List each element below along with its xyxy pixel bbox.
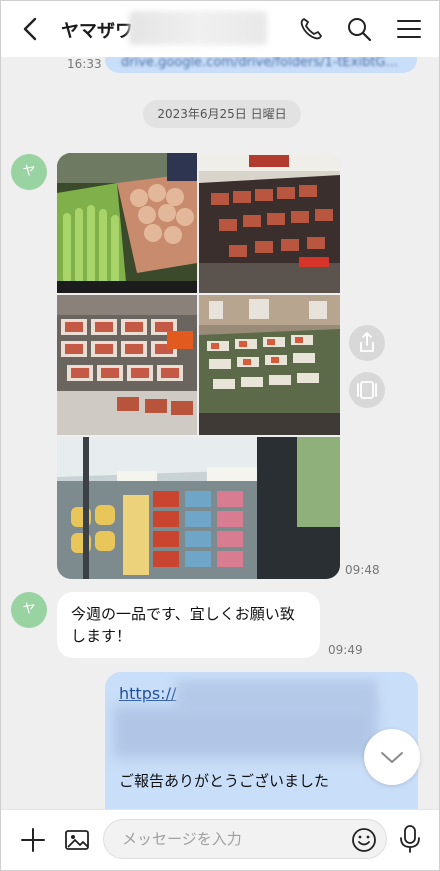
back-icon[interactable]: [17, 15, 45, 43]
input-bar: [1, 809, 439, 870]
previous-link-bubble[interactable]: drive.google.com/drive/folders/1-tExibtG…: [105, 57, 417, 73]
photo-vegetables[interactable]: [57, 153, 197, 293]
photo-meat-case[interactable]: [199, 153, 340, 293]
photo-fish-case[interactable]: [199, 295, 340, 435]
plus-icon[interactable]: [19, 826, 47, 854]
album-icon[interactable]: [349, 372, 385, 408]
header: ヤマザワ: [1, 1, 439, 57]
incoming-message[interactable]: 今週の一品です、宜しくお願い致します！: [57, 592, 320, 658]
phone-icon[interactable]: [297, 15, 325, 43]
image-icon[interactable]: [63, 826, 91, 854]
previous-link-text: drive.google.com/drive/folders/1-tExibtG…: [121, 57, 398, 70]
photo-meat-packs[interactable]: [57, 295, 197, 435]
chat-screen: ヤマザワ drive.google.com/drive/folders/1-tE…: [0, 0, 440, 871]
microphone-icon[interactable]: [397, 824, 423, 854]
emoji-icon[interactable]: [351, 827, 377, 853]
avatar[interactable]: ヤ: [11, 592, 47, 628]
scroll-down-button[interactable]: [364, 729, 420, 785]
share-icon[interactable]: [349, 325, 385, 361]
search-icon[interactable]: [345, 15, 373, 43]
photo-album[interactable]: [57, 153, 340, 579]
shared-link[interactable]: https://: [119, 684, 176, 703]
redacted-link: [113, 706, 377, 758]
outgoing-message-text: ご報告ありがとうございました: [119, 772, 330, 790]
chevron-down-icon: [381, 752, 403, 763]
photo-frozen-case[interactable]: [57, 437, 340, 579]
chat-title: ヤマザワ: [61, 21, 133, 42]
redacted-name: [129, 11, 267, 45]
message-time: 16:33: [67, 57, 102, 71]
menu-icon[interactable]: [395, 15, 423, 43]
chat-area[interactable]: drive.google.com/drive/folders/1-tExibtG…: [1, 57, 439, 809]
avatar[interactable]: ヤ: [11, 154, 47, 190]
message-input[interactable]: [103, 819, 387, 859]
message-time: 09:49: [328, 643, 363, 657]
date-separator: 2023年6月25日 日曜日: [143, 100, 301, 128]
message-time: 09:48: [345, 563, 380, 577]
